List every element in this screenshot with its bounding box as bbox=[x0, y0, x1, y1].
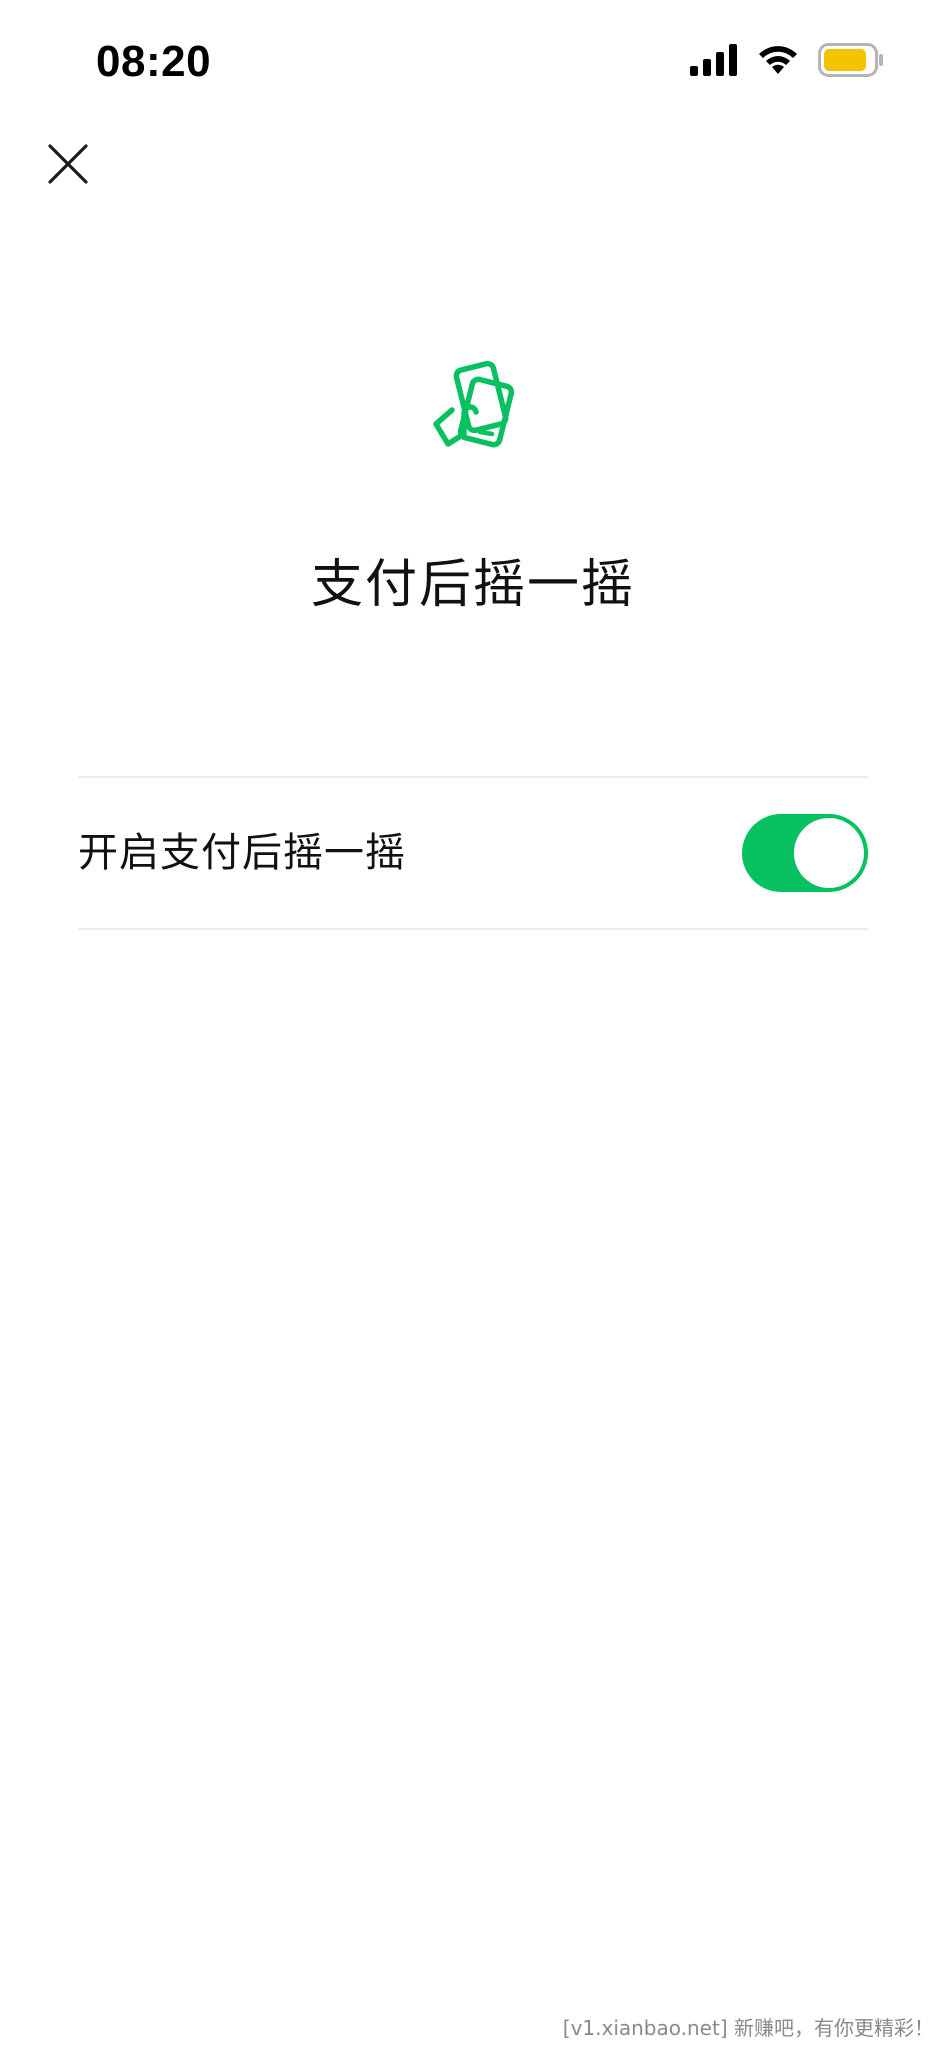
battery-icon bbox=[818, 43, 884, 81]
page-title: 支付后摇一摇 bbox=[310, 555, 635, 615]
wifi-icon bbox=[756, 44, 800, 80]
status-time: 08:20 bbox=[96, 37, 212, 86]
watermark: [v1.xianbao.net] 新赚吧，有你更精彩！ bbox=[558, 2012, 938, 2044]
shake-after-payment-toggle[interactable] bbox=[742, 814, 868, 892]
setting-label: 开启支付后摇一摇 bbox=[78, 830, 406, 876]
status-icons bbox=[690, 42, 884, 82]
close-button[interactable] bbox=[42, 140, 94, 192]
shake-phone-icon bbox=[422, 358, 526, 462]
cellular-signal-icon bbox=[690, 44, 738, 80]
close-icon bbox=[46, 142, 90, 190]
setting-row-shake-after-payment: 开启支付后摇一摇 bbox=[78, 776, 868, 930]
toggle-knob bbox=[794, 818, 864, 888]
status-bar: 08:20 bbox=[0, 0, 946, 124]
